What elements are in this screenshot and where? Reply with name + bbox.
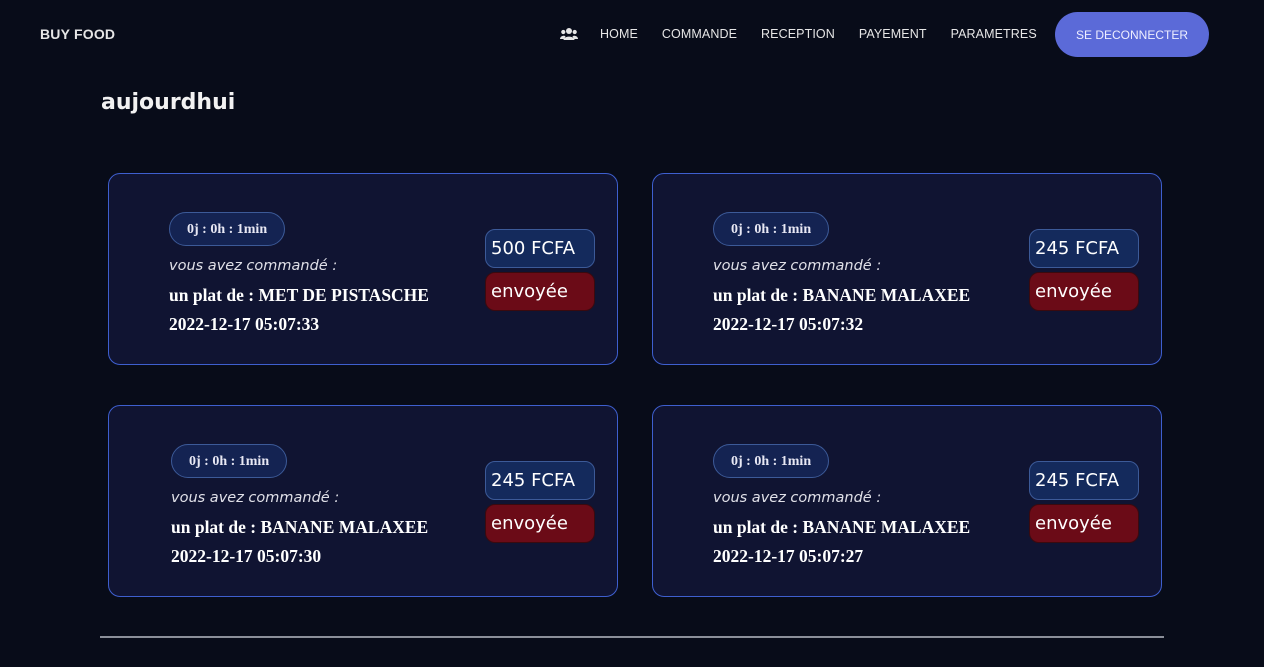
- status-badge: envoyée: [485, 504, 595, 543]
- order-date: 2022-12-17 05:07:32: [713, 314, 864, 334]
- section-title: aujourdhui: [101, 90, 236, 115]
- nav-link-home[interactable]: HOME: [600, 27, 638, 41]
- ordered-label: vous avez commandé :: [171, 490, 340, 506]
- nav-links: HOME COMMANDE RECEPTION PAYEMENT PARAMET…: [560, 27, 1061, 41]
- ordered-label: vous avez commandé :: [169, 258, 338, 274]
- timer-badge: 0j : 0h : 1min: [169, 212, 286, 246]
- price-badge: 245 FCFA: [1029, 229, 1139, 268]
- status-badge: envoyée: [1029, 272, 1139, 311]
- nav-link-payement[interactable]: PAYEMENT: [859, 27, 927, 41]
- timer-badge: 0j : 0h : 1min: [713, 444, 830, 478]
- order-date: 2022-12-17 05:07:33: [169, 314, 320, 334]
- order-card[interactable]: 0j : 0h : 1min vous avez commandé : un p…: [108, 405, 618, 597]
- users-icon[interactable]: [560, 27, 578, 41]
- price-badge: 500 FCFA: [485, 229, 595, 268]
- nav-link-reception[interactable]: RECEPTION: [761, 27, 835, 41]
- order-card[interactable]: 0j : 0h : 1min vous avez commandé : un p…: [108, 173, 618, 365]
- divider: [100, 636, 1164, 638]
- dish-name: un plat de : MET DE PISTASCHE: [169, 285, 429, 305]
- dish-name: un plat de : BANANE MALAXEE: [713, 285, 971, 305]
- order-card[interactable]: 0j : 0h : 1min vous avez commandé : un p…: [652, 405, 1162, 597]
- price-badge: 245 FCFA: [1029, 461, 1139, 500]
- status-badge: envoyée: [485, 272, 595, 311]
- logout-button[interactable]: SE DECONNECTER: [1055, 12, 1209, 57]
- ordered-label: vous avez commandé :: [713, 258, 882, 274]
- brand-logo[interactable]: BUY FOOD: [40, 26, 115, 42]
- dish-name: un plat de : BANANE MALAXEE: [171, 517, 429, 537]
- navbar: BUY FOOD HOME COMMANDE RECEPTION PAYEMEN…: [0, 0, 1264, 70]
- price-badge: 245 FCFA: [485, 461, 595, 500]
- dish-name: un plat de : BANANE MALAXEE: [713, 517, 971, 537]
- nav-link-parametres[interactable]: PARAMETRES: [951, 27, 1037, 41]
- order-date: 2022-12-17 05:07:30: [171, 546, 322, 566]
- order-card[interactable]: 0j : 0h : 1min vous avez commandé : un p…: [652, 173, 1162, 365]
- nav-link-commande[interactable]: COMMANDE: [662, 27, 737, 41]
- ordered-label: vous avez commandé :: [713, 490, 882, 506]
- order-date: 2022-12-17 05:07:27: [713, 546, 864, 566]
- timer-badge: 0j : 0h : 1min: [171, 444, 288, 478]
- timer-badge: 0j : 0h : 1min: [713, 212, 830, 246]
- status-badge: envoyée: [1029, 504, 1139, 543]
